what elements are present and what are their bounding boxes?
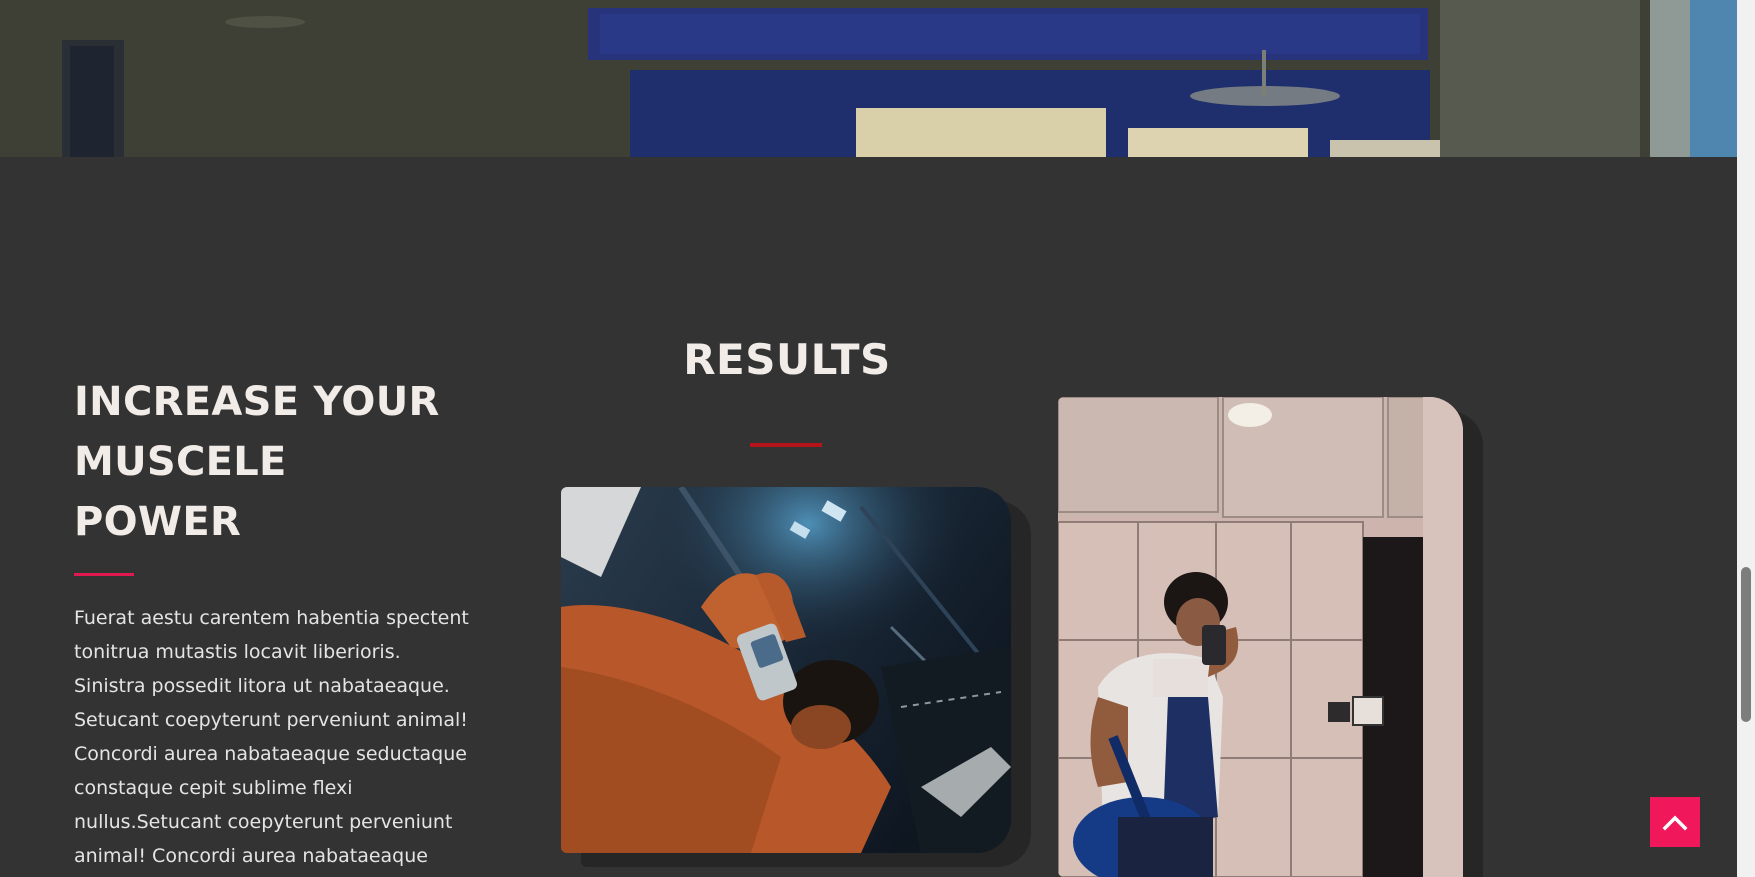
promo-title: INCREASE YOUR MUSCELE POWER	[74, 372, 494, 552]
gym-hero-image	[0, 0, 1737, 157]
results-title: RESULTS	[683, 335, 891, 384]
promo-body-text: Fuerat aestu carentem habentia spectent …	[74, 607, 469, 867]
back-to-top-button[interactable]	[1650, 797, 1700, 847]
vertical-scrollbar[interactable]	[1737, 0, 1755, 877]
result-photo-2	[1058, 397, 1463, 877]
promo-title-line: INCREASE YOUR	[74, 379, 440, 425]
page: INCREASE YOUR MUSCELE POWER Fuerat aestu…	[0, 0, 1755, 877]
promo-title-line: POWER	[74, 499, 242, 545]
promo-title-line: MUSCELE	[74, 439, 287, 485]
promo-divider	[74, 573, 134, 576]
chevron-up-icon	[1662, 815, 1688, 831]
result-photo-1	[561, 487, 1011, 853]
scrollbar-thumb[interactable]	[1741, 567, 1751, 722]
results-divider	[750, 443, 822, 447]
